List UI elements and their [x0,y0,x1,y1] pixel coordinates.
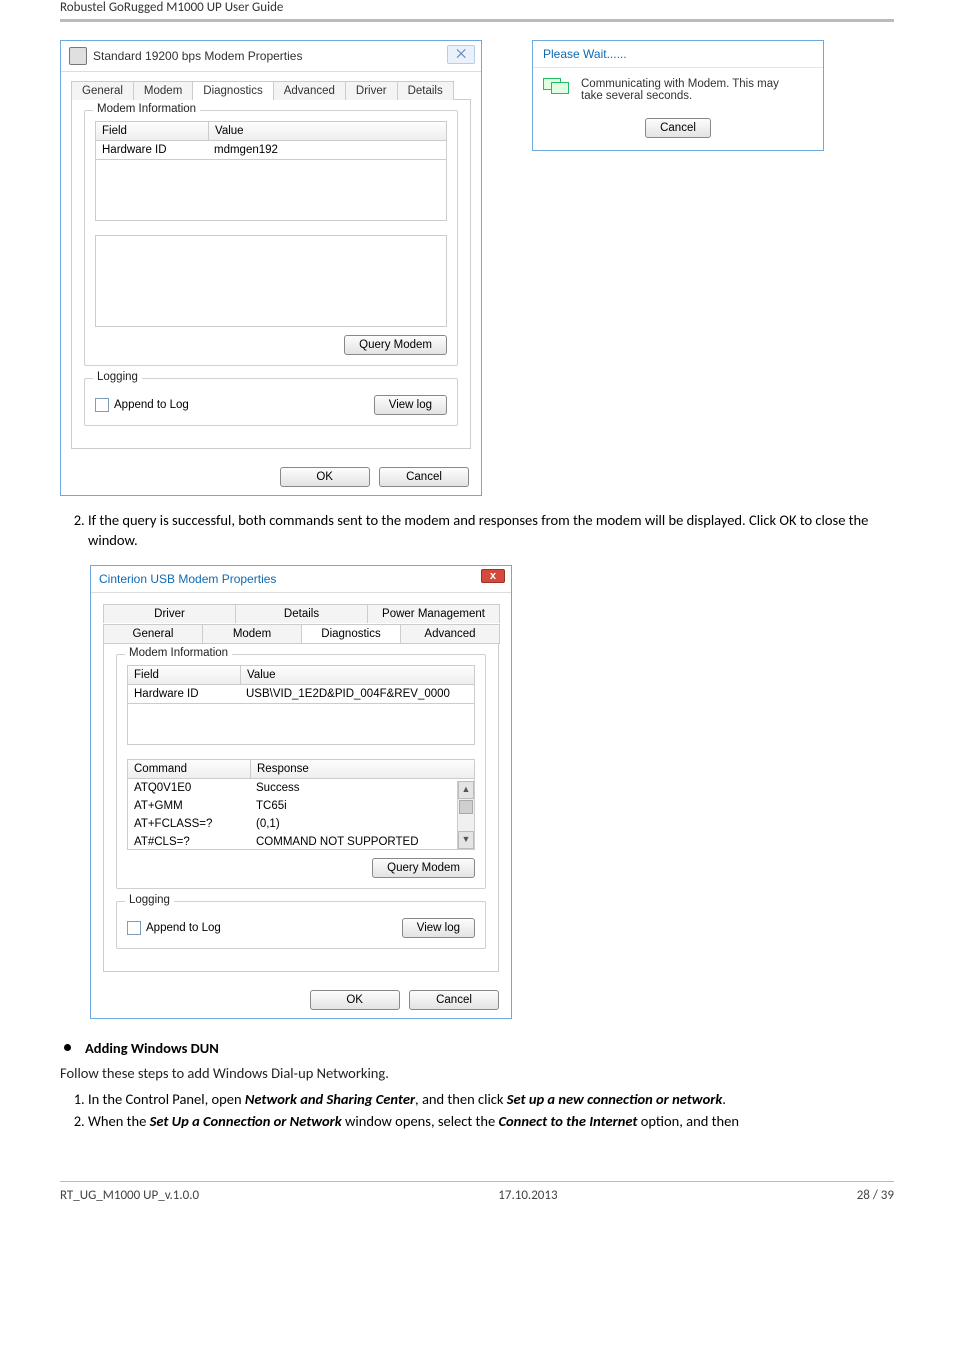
tab-details[interactable]: Details [235,604,368,623]
footer-right: 28 / 39 [857,1188,894,1203]
cancel-button[interactable]: Cancel [379,467,469,487]
tab-details[interactable]: Details [397,81,454,100]
tab-modem[interactable]: Modem [133,81,193,100]
doc-footer: RT_UG_M1000 UP_v.1.0.0 17.10.2013 28 / 3… [60,1181,894,1203]
append-to-log-checkbox[interactable]: Append to Log [95,398,189,412]
col-response: Response [251,760,474,778]
cell-cmd: AT+FCLASS=? [128,815,250,833]
list-row: AT#CLS=? COMMAND NOT SUPPORTED [128,833,458,849]
command-listview: Command Response ATQ0V1E0 Success AT+GMM… [127,759,475,850]
communicate-icon [543,78,571,98]
doc-header: Robustel GoRugged M1000 UP User Guide [60,0,894,19]
group-title: Modem Information [125,647,232,659]
group-title: Modem Information [93,103,200,115]
cell-field: Hardware ID [128,685,240,703]
list-item: In the Control Panel, open Network and S… [88,1089,894,1109]
cell-cmd: AT+GMM [128,797,250,815]
cell-cmd: AT#CLS=? [128,833,250,849]
scrollbar[interactable]: ▲ ▼ [457,781,474,849]
scroll-down-icon[interactable]: ▼ [458,831,474,849]
scroll-thumb[interactable] [459,800,473,814]
listview-header: Field Value [127,665,475,685]
list-row: AT+FCLASS=? (0,1) [128,815,458,833]
modem-props-dialog-2: Cinterion USB Modem Properties x Driver … [90,565,512,1019]
list-row: Hardware ID USB\VID_1E2D&PID_004F&REV_00… [127,685,475,704]
group-title: Logging [125,894,174,906]
section-heading: Adding Windows DUN [60,1039,894,1057]
list-row: AT+GMM TC65i [128,797,458,815]
col-command: Command [128,760,251,778]
cell-value: USB\VID_1E2D&PID_004F&REV_0000 [240,685,474,703]
tab-driver[interactable]: Driver [345,81,398,100]
view-log-button[interactable]: View log [402,918,475,938]
dialog-title: Cinterion USB Modem Properties [99,572,276,586]
tab-power-mgmt[interactable]: Power Management [367,604,500,623]
checkbox-label: Append to Log [114,399,189,411]
cell-field: Hardware ID [96,141,208,159]
col-field: Field [128,666,241,684]
tab-advanced[interactable]: Advanced [400,624,500,644]
cancel-button[interactable]: Cancel [409,990,499,1010]
step-text: If the query is successful, both command… [88,510,894,551]
append-to-log-checkbox[interactable]: Append to Log [127,921,221,935]
query-modem-button[interactable]: Query Modem [372,858,475,878]
tab-advanced[interactable]: Advanced [273,81,346,100]
col-value: Value [241,666,474,684]
logging-group: Logging Append to Log View log [116,901,486,949]
cell-resp: TC65i [250,797,458,815]
tab-diagnostics[interactable]: Diagnostics [301,624,401,644]
body-text: Follow these steps to add Windows Dial-u… [60,1063,894,1083]
listview-empty [95,160,447,221]
cell-resp: Success [250,779,458,797]
query-modem-button[interactable]: Query Modem [344,335,447,355]
cell-resp: (0,1) [250,815,458,833]
group-title: Logging [93,371,142,383]
listview-header: Field Value [95,121,447,141]
close-icon[interactable]: x [481,569,505,583]
cell-value: mdmgen192 [208,141,446,159]
listview-empty [127,704,475,745]
modem-info-group: Modem Information Field Value Hardware I… [84,110,458,366]
footer-center: 17.10.2013 [498,1188,557,1203]
footer-left: RT_UG_M1000 UP_v.1.0.0 [60,1188,199,1203]
ok-button[interactable]: OK [280,467,370,487]
tab-driver[interactable]: Driver [103,604,236,623]
close-icon[interactable]: ⨉ [447,45,475,64]
modem-props-dialog-1: Standard 19200 bps Modem Properties ⨉ Ge… [60,40,482,496]
list-row: ATQ0V1E0 Success [128,779,458,797]
step-list: In the Control Panel, open Network and S… [60,1089,894,1132]
tab-modem[interactable]: Modem [202,624,302,644]
modem-info-group: Modem Information Field Value Hardware I… [116,654,486,889]
col-field: Field [96,122,209,140]
bullet-icon [64,1044,71,1051]
please-wait-dialog: Please Wait...... Communicating with Mod… [532,40,824,151]
dialog-icon [69,47,87,65]
tab-general[interactable]: General [71,81,134,100]
checkbox-label: Append to Log [146,922,221,934]
tab-general[interactable]: General [103,624,203,644]
col-value: Value [209,122,446,140]
list-item: When the Set Up a Connection or Network … [88,1111,894,1131]
tabs: General Modem Diagnostics Advanced Drive… [71,80,471,100]
list-row: Hardware ID mdmgen192 [95,141,447,160]
cell-cmd: ATQ0V1E0 [128,779,250,797]
ok-button[interactable]: OK [310,990,400,1010]
view-log-button[interactable]: View log [374,395,447,415]
cell-resp: COMMAND NOT SUPPORTED [250,833,458,849]
logging-group: Logging Append to Log View log [84,378,458,426]
wait-title: Please Wait...... [533,41,823,68]
output-listview [95,235,447,327]
cancel-button[interactable]: Cancel [645,118,711,138]
dialog-title: Standard 19200 bps Modem Properties [93,49,302,63]
scroll-up-icon[interactable]: ▲ [458,781,474,799]
tab-diagnostics[interactable]: Diagnostics [192,81,273,100]
wait-text: Communicating with Modem. This may take … [581,78,779,102]
